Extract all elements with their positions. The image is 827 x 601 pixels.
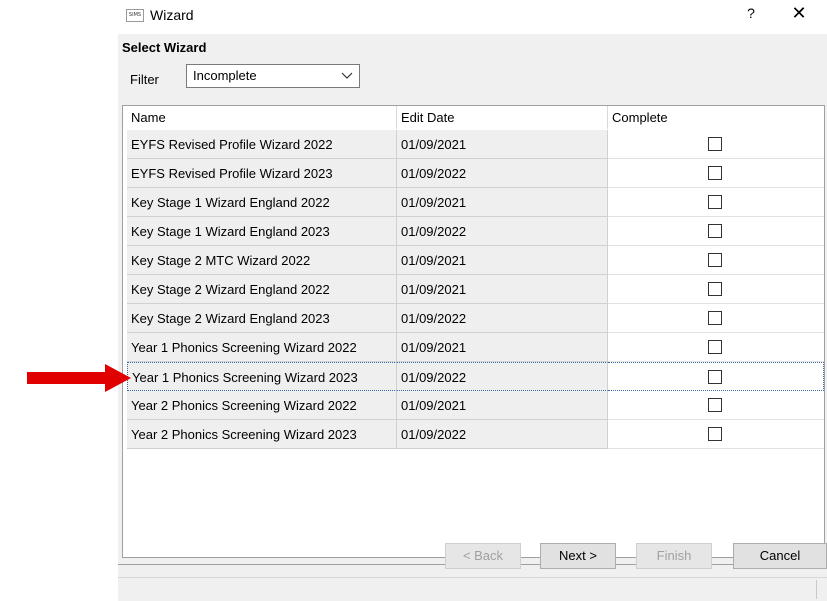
column-header-name[interactable]: Name [127, 106, 397, 129]
complete-checkbox[interactable] [708, 166, 722, 180]
complete-checkbox[interactable] [708, 340, 722, 354]
chevron-down-icon [341, 72, 353, 79]
cell-name[interactable]: Key Stage 1 Wizard England 2023 [127, 217, 397, 246]
table-row[interactable]: Year 2 Phonics Screening Wizard 2022 01/0… [127, 391, 824, 420]
cell-complete[interactable] [608, 159, 824, 188]
cell-edit-date[interactable]: 01/09/2021 [397, 275, 608, 304]
complete-checkbox[interactable] [708, 137, 722, 151]
table-row[interactable]: Year 1 Phonics Screening Wizard 2023 01/0… [127, 362, 824, 391]
status-bar-divider [816, 580, 817, 599]
cell-complete[interactable] [608, 275, 824, 304]
column-header-edit-date[interactable]: Edit Date [397, 106, 608, 129]
cell-edit-date[interactable]: 01/09/2022 [397, 420, 608, 449]
table-row[interactable]: Key Stage 2 MTC Wizard 2022 01/09/2021 [127, 246, 824, 275]
cell-name[interactable]: Key Stage 2 MTC Wizard 2022 [127, 246, 397, 275]
cell-name[interactable]: EYFS Revised Profile Wizard 2023 [127, 159, 397, 188]
cell-edit-date[interactable]: 01/09/2022 [397, 362, 608, 391]
cell-complete[interactable] [608, 391, 824, 420]
complete-checkbox[interactable] [708, 195, 722, 209]
cell-name[interactable]: EYFS Revised Profile Wizard 2022 [127, 130, 397, 159]
filter-label: Filter [130, 72, 159, 87]
table-row[interactable]: Year 2 Phonics Screening Wizard 2023 01/0… [127, 420, 824, 449]
table-row[interactable]: EYFS Revised Profile Wizard 2022 01/09/20… [127, 130, 824, 159]
cell-complete[interactable] [608, 333, 824, 362]
complete-checkbox[interactable] [708, 398, 722, 412]
wizard-grid: Name Edit Date Complete EYFS Revised Pro… [122, 105, 825, 558]
filter-selected-value: Incomplete [193, 68, 257, 83]
cell-complete[interactable] [608, 217, 824, 246]
finish-button[interactable]: Finish [636, 543, 712, 569]
table-row[interactable]: Year 1 Phonics Screening Wizard 2022 01/0… [127, 333, 824, 362]
cell-edit-date[interactable]: 01/09/2021 [397, 188, 608, 217]
status-bar [118, 577, 827, 601]
close-button[interactable]: ✕ [786, 3, 812, 24]
cell-edit-date[interactable]: 01/09/2021 [397, 246, 608, 275]
complete-checkbox[interactable] [708, 311, 722, 325]
cancel-button[interactable]: Cancel [733, 543, 827, 569]
cell-name[interactable]: Year 2 Phonics Screening Wizard 2023 [127, 420, 397, 449]
cell-complete[interactable] [608, 246, 824, 275]
table-row[interactable]: Key Stage 2 Wizard England 2022 01/09/202… [127, 275, 824, 304]
filter-dropdown[interactable]: Incomplete [186, 64, 360, 88]
section-title: Select Wizard [122, 40, 207, 55]
cell-name[interactable]: Year 1 Phonics Screening Wizard 2023 [127, 362, 397, 391]
cell-complete[interactable] [608, 420, 824, 449]
table-row[interactable]: Key Stage 1 Wizard England 2022 01/09/202… [127, 188, 824, 217]
cell-edit-date[interactable]: 01/09/2022 [397, 159, 608, 188]
complete-checkbox[interactable] [708, 224, 722, 238]
cell-edit-date[interactable]: 01/09/2021 [397, 333, 608, 362]
complete-checkbox[interactable] [708, 370, 722, 384]
cell-name[interactable]: Key Stage 1 Wizard England 2022 [127, 188, 397, 217]
table-row[interactable]: Key Stage 1 Wizard England 2023 01/09/202… [127, 217, 824, 246]
wizard-dialog: Select Wizard Filter Incomplete Name Edi… [118, 34, 827, 601]
grid-header: Name Edit Date Complete [123, 106, 824, 129]
column-header-complete[interactable]: Complete [608, 106, 824, 129]
cell-complete[interactable] [608, 304, 824, 333]
complete-checkbox[interactable] [708, 253, 722, 267]
next-button[interactable]: Next > [540, 543, 616, 569]
sims-app-icon: SIMS [126, 9, 144, 22]
complete-checkbox[interactable] [708, 282, 722, 296]
title-bar: SIMS Wizard ? ✕ [118, 0, 827, 34]
cell-complete[interactable] [608, 130, 824, 159]
cell-complete[interactable] [608, 188, 824, 217]
cell-edit-date[interactable]: 01/09/2022 [397, 217, 608, 246]
cell-complete[interactable] [608, 362, 824, 391]
cell-name[interactable]: Key Stage 2 Wizard England 2022 [127, 275, 397, 304]
table-row[interactable]: EYFS Revised Profile Wizard 2023 01/09/20… [127, 159, 824, 188]
cell-name[interactable]: Year 1 Phonics Screening Wizard 2022 [127, 333, 397, 362]
cell-edit-date[interactable]: 01/09/2022 [397, 304, 608, 333]
window-title: Wizard [150, 7, 194, 23]
red-arrow-icon [27, 364, 131, 392]
cell-name[interactable]: Key Stage 2 Wizard England 2023 [127, 304, 397, 333]
cell-edit-date[interactable]: 01/09/2021 [397, 130, 608, 159]
cell-name[interactable]: Year 2 Phonics Screening Wizard 2022 [127, 391, 397, 420]
complete-checkbox[interactable] [708, 427, 722, 441]
table-row[interactable]: Key Stage 2 Wizard England 2023 01/09/202… [127, 304, 824, 333]
back-button[interactable]: < Back [445, 543, 521, 569]
help-button[interactable]: ? [741, 5, 761, 21]
cell-edit-date[interactable]: 01/09/2021 [397, 391, 608, 420]
